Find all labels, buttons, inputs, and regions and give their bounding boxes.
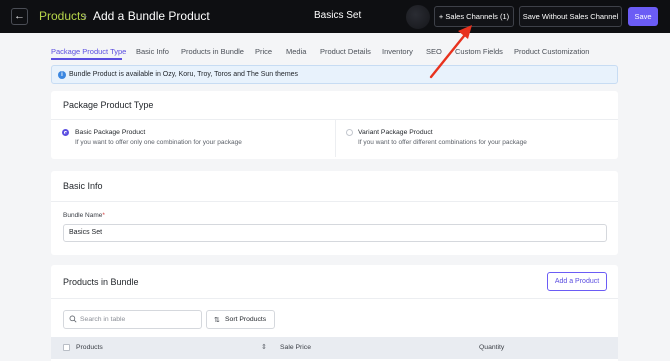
sales-channels-button[interactable]: + Sales Channels (1)	[434, 6, 514, 27]
sort-icon: ⇅	[214, 317, 220, 324]
sort-products-label: Sort Products	[225, 316, 267, 323]
basic-info-card: Basic Info Bundle Name* Basics Set	[51, 171, 618, 255]
breadcrumb-separator: ›	[83, 9, 87, 23]
search-icon	[69, 315, 77, 323]
column-quantity[interactable]: Quantity	[479, 344, 504, 351]
bundle-name-input[interactable]: Basics Set	[63, 224, 607, 242]
variant-package-title: Variant Package Product	[358, 129, 433, 136]
basic-package-radio[interactable]	[62, 129, 69, 136]
search-placeholder: Search in table	[80, 316, 126, 323]
tab-price[interactable]: Price	[255, 47, 272, 56]
package-product-type-title: Package Product Type	[63, 100, 154, 110]
products-in-bundle-card: Products in Bundle Add a Product Search …	[51, 265, 618, 361]
breadcrumb-products[interactable]: Products	[39, 9, 86, 23]
bundle-name-label: Bundle Name*	[63, 212, 105, 219]
search-input[interactable]: Search in table	[63, 310, 202, 329]
tab-product-details[interactable]: Product Details	[320, 47, 371, 56]
tab-product-customization[interactable]: Product Customization	[514, 47, 589, 56]
products-in-bundle-title: Products in Bundle	[63, 277, 139, 287]
active-tab-indicator	[51, 58, 122, 60]
sort-chevron-icon[interactable]: ⇕	[261, 343, 267, 351]
tab-inventory[interactable]: Inventory	[382, 47, 413, 56]
avatar	[406, 5, 430, 29]
save-without-sales-channel-button[interactable]: Save Without Sales Channel	[519, 6, 622, 27]
basic-info-title: Basic Info	[63, 181, 103, 191]
variant-package-radio[interactable]	[346, 129, 353, 136]
tab-seo[interactable]: SEO	[426, 47, 442, 56]
tab-products-in-bundle[interactable]: Products in Bundle	[181, 47, 244, 56]
sort-products-button[interactable]: ⇅ Sort Products	[206, 310, 275, 329]
column-sale-price[interactable]: Sale Price	[280, 344, 311, 351]
tab-package-product-type[interactable]: Package Product Type	[51, 47, 126, 56]
add-product-button[interactable]: Add a Product	[547, 272, 607, 291]
tab-basic-info[interactable]: Basic Info	[136, 47, 169, 56]
info-banner: i Bundle Product is available in Ozy, Ko…	[51, 65, 618, 84]
basic-package-title: Basic Package Product	[75, 129, 146, 136]
package-product-type-card: Package Product Type Basic Package Produ…	[51, 91, 618, 159]
info-banner-text: Bundle Product is available in Ozy, Koru…	[69, 71, 299, 78]
divider	[51, 201, 618, 202]
tab-media[interactable]: Media	[286, 47, 306, 56]
table-header: Products ⇕ Sale Price Quantity	[51, 337, 618, 359]
top-bar: ← Products › Add a Bundle Product Basics…	[0, 0, 670, 33]
page-title: Add a Bundle Product	[93, 9, 210, 23]
save-button[interactable]: Save	[628, 7, 658, 26]
arrow-left-icon: ←	[14, 10, 25, 22]
select-all-checkbox[interactable]	[63, 344, 70, 351]
basic-package-description: If you want to offer only one combinatio…	[75, 139, 242, 146]
variant-package-description: If you want to offer different combinati…	[358, 139, 527, 146]
divider	[335, 119, 336, 157]
back-button[interactable]: ←	[11, 8, 28, 25]
info-icon: i	[58, 71, 66, 79]
column-products[interactable]: Products	[76, 344, 103, 351]
divider	[51, 298, 618, 299]
tab-custom-fields[interactable]: Custom Fields	[455, 47, 503, 56]
product-title: Basics Set	[314, 10, 362, 21]
